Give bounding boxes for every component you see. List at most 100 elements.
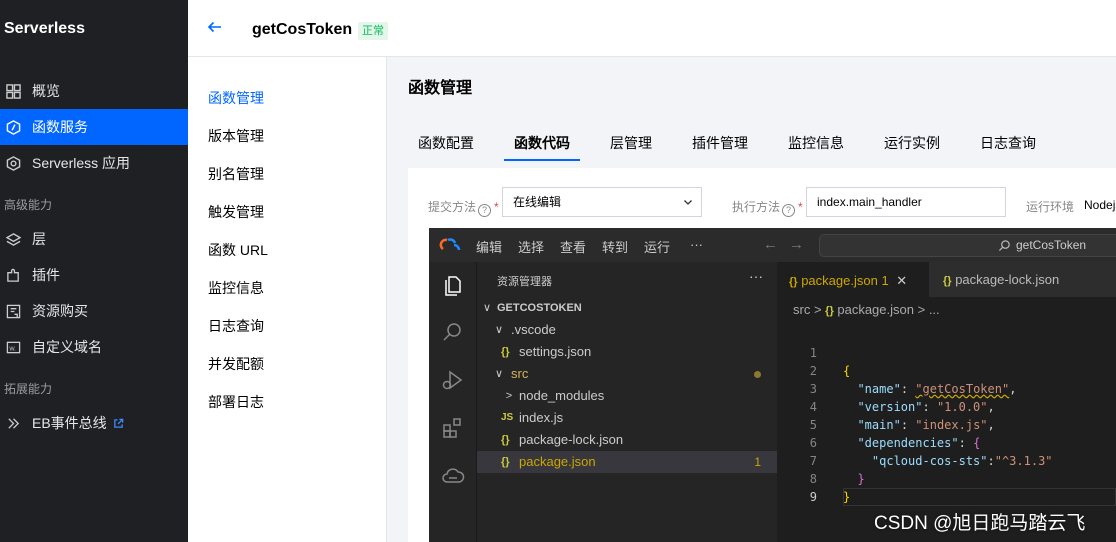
subnav-item-monitoring[interactable]: 监控信息 (208, 278, 264, 298)
menu-edit[interactable]: 编辑 (476, 237, 502, 256)
handler-input[interactable]: index.main_handler (806, 187, 1006, 217)
code-line[interactable]: 8 } (777, 452, 1116, 504)
modified-dot (754, 371, 761, 378)
code-line[interactable]: 5 "dependencies": { (777, 398, 1116, 450)
editor-area: {} package.json 1 ✕ {} package-lock.json… (777, 262, 1116, 542)
code-line[interactable]: 6 "qcloud-cos-sts":"^3.1.3" (777, 416, 1116, 468)
sidebar-item-eventbus[interactable]: EB事件总线 (0, 405, 188, 441)
sidebar-item-plugin[interactable]: 插件 (0, 257, 188, 293)
tab-function-config[interactable]: 函数配置 (418, 133, 474, 157)
code-line[interactable]: 9 (777, 470, 1116, 504)
run-debug-icon[interactable] (441, 368, 465, 392)
submit-method-select[interactable]: 在线编辑 (502, 187, 702, 217)
json-file-icon: {} (789, 276, 798, 288)
sidebar-item-label: 自定义域名 (32, 339, 102, 355)
main-content: 函数管理 函数配置 函数代码 层管理 插件管理 监控信息 运行实例 日志查询 提… (388, 57, 1116, 542)
extensions-icon[interactable] (441, 416, 465, 440)
subnav-item-concurrency[interactable]: 并发配额 (208, 354, 264, 374)
tab-layer-management[interactable]: 层管理 (610, 133, 652, 157)
search-icon[interactable] (441, 320, 465, 344)
subnav-item-version-management[interactable]: 版本管理 (208, 126, 264, 146)
runtime-label: 运行环境 (1026, 200, 1075, 214)
editor-tab-package[interactable]: {} package.json 1 ✕ (777, 262, 929, 297)
tree-file-index[interactable]: JS index.js (477, 407, 777, 429)
subnav-item-deploy-logs[interactable]: 部署日志 (208, 392, 264, 412)
menu-view[interactable]: 查看 (560, 237, 586, 256)
help-icon[interactable]: ? (782, 204, 796, 217)
menu-more[interactable]: ··· (690, 237, 703, 252)
menu-goto[interactable]: 转到 (602, 237, 628, 256)
json-file-icon: {} (825, 305, 834, 317)
tab-running-instances[interactable]: 运行实例 (884, 133, 940, 157)
sidebar-item-serverless-app[interactable]: Serverless 应用 (0, 145, 188, 181)
tab-function-code[interactable]: 函数代码 (504, 133, 580, 161)
subnav-item-alias-management[interactable]: 别名管理 (208, 164, 264, 184)
cart-icon (4, 302, 22, 320)
editor-titlebar: 编辑 选择 查看 转到 运行 ··· ← → getCosToken (429, 228, 1116, 262)
problem-count-badge: 1 (754, 455, 761, 469)
tree-folder-vscode[interactable]: ∨ .vscode (477, 319, 777, 341)
tree-file-settings[interactable]: {} settings.json (477, 341, 777, 363)
close-icon[interactable]: ✕ (896, 273, 907, 288)
brand-title: Serverless (4, 20, 85, 37)
arrow-right-icon[interactable]: → (789, 236, 804, 253)
runtime-value: Nodejs (1084, 198, 1116, 212)
sidebar-item-layers[interactable]: 层 (0, 221, 188, 257)
breadcrumb: src > {} package.json > ... (793, 302, 940, 317)
sidebar-group-extension: 拓展能力 (4, 382, 53, 396)
menu-select[interactable]: 选择 (518, 237, 544, 256)
function-name: getCosToken (252, 21, 353, 38)
more-icon[interactable]: ··· (749, 268, 763, 284)
code-line[interactable]: 1 { (777, 326, 1116, 378)
subnav-item-logs[interactable]: 日志查询 (208, 316, 264, 336)
cloud-icon[interactable] (441, 464, 465, 488)
sidebar-item-custom-domain[interactable]: W. 自定义域名 (0, 329, 188, 365)
tree-root[interactable]: ∨ GETCOSTOKEN (477, 297, 777, 319)
chevron-down-icon: ∨ (482, 302, 492, 314)
code-line[interactable]: 7 } (777, 434, 1116, 486)
sidebar-item-overview[interactable]: 概览 (0, 73, 188, 109)
command-search[interactable]: getCosToken (819, 234, 1116, 257)
json-file-icon: {} (501, 346, 510, 358)
tree-folder-node-modules[interactable]: > node_modules (477, 385, 777, 407)
sidebar-group-advanced: 高级能力 (4, 198, 53, 212)
current-line-highlight (843, 488, 1116, 506)
chevron-down-icon (684, 200, 692, 205)
explorer-title: 资源管理器 (497, 276, 552, 288)
menu-run[interactable]: 运行 (644, 237, 670, 256)
sidebar-item-label: 函数服务 (32, 119, 88, 135)
submit-method-label: 提交方法? * (428, 200, 499, 217)
json-file-icon: {} (501, 434, 510, 446)
subnav-item-function-url[interactable]: 函数 URL (208, 240, 268, 260)
sidebar-item-label: 层 (32, 231, 46, 247)
status-badge: 正常 (358, 22, 388, 40)
code-line[interactable]: 4 "main": "index.js", (777, 380, 1116, 432)
chevron-right-icon: > (505, 390, 513, 402)
cloudstudio-logo-icon (439, 238, 461, 251)
sidebar-item-function-service[interactable]: 函数服务 (0, 109, 188, 145)
tree-folder-src[interactable]: ∨ src (477, 363, 777, 385)
js-file-icon: JS (501, 412, 514, 423)
function-header: getCosToken 正常 (188, 0, 1116, 57)
subnav-item-function-management[interactable]: 函数管理 (208, 88, 264, 108)
json-file-icon: {} (943, 275, 952, 287)
code-line[interactable]: 2 "name": "getCosToken", (777, 344, 1116, 396)
help-icon[interactable]: ? (478, 204, 492, 217)
sidebar-item-label: 插件 (32, 267, 60, 283)
editor-tab-package-lock[interactable]: {} package-lock.json (929, 262, 1116, 297)
sidebar-item-purchase[interactable]: 资源购买 (0, 293, 188, 329)
tab-monitoring[interactable]: 监控信息 (788, 133, 844, 157)
tab-log-query[interactable]: 日志查询 (980, 133, 1036, 157)
subnav-item-trigger-management[interactable]: 触发管理 (208, 202, 264, 222)
page-title: 函数管理 (408, 80, 473, 97)
files-icon[interactable] (441, 274, 465, 298)
eventbus-icon (4, 414, 22, 432)
code-line[interactable]: 3 "version": "1.0.0", (777, 362, 1116, 414)
arrow-left-icon[interactable]: ← (763, 236, 778, 253)
tree-file-package[interactable]: {} package.json 1 (477, 451, 777, 473)
back-arrow-icon[interactable] (206, 18, 226, 38)
tree-file-package-lock[interactable]: {} package-lock.json (477, 429, 777, 451)
tab-plugin-management[interactable]: 插件管理 (692, 133, 748, 157)
grid-icon (4, 82, 22, 100)
file-explorer: 资源管理器 ··· ∨ GETCOSTOKEN ∨ .vscode {} set… (477, 262, 777, 542)
